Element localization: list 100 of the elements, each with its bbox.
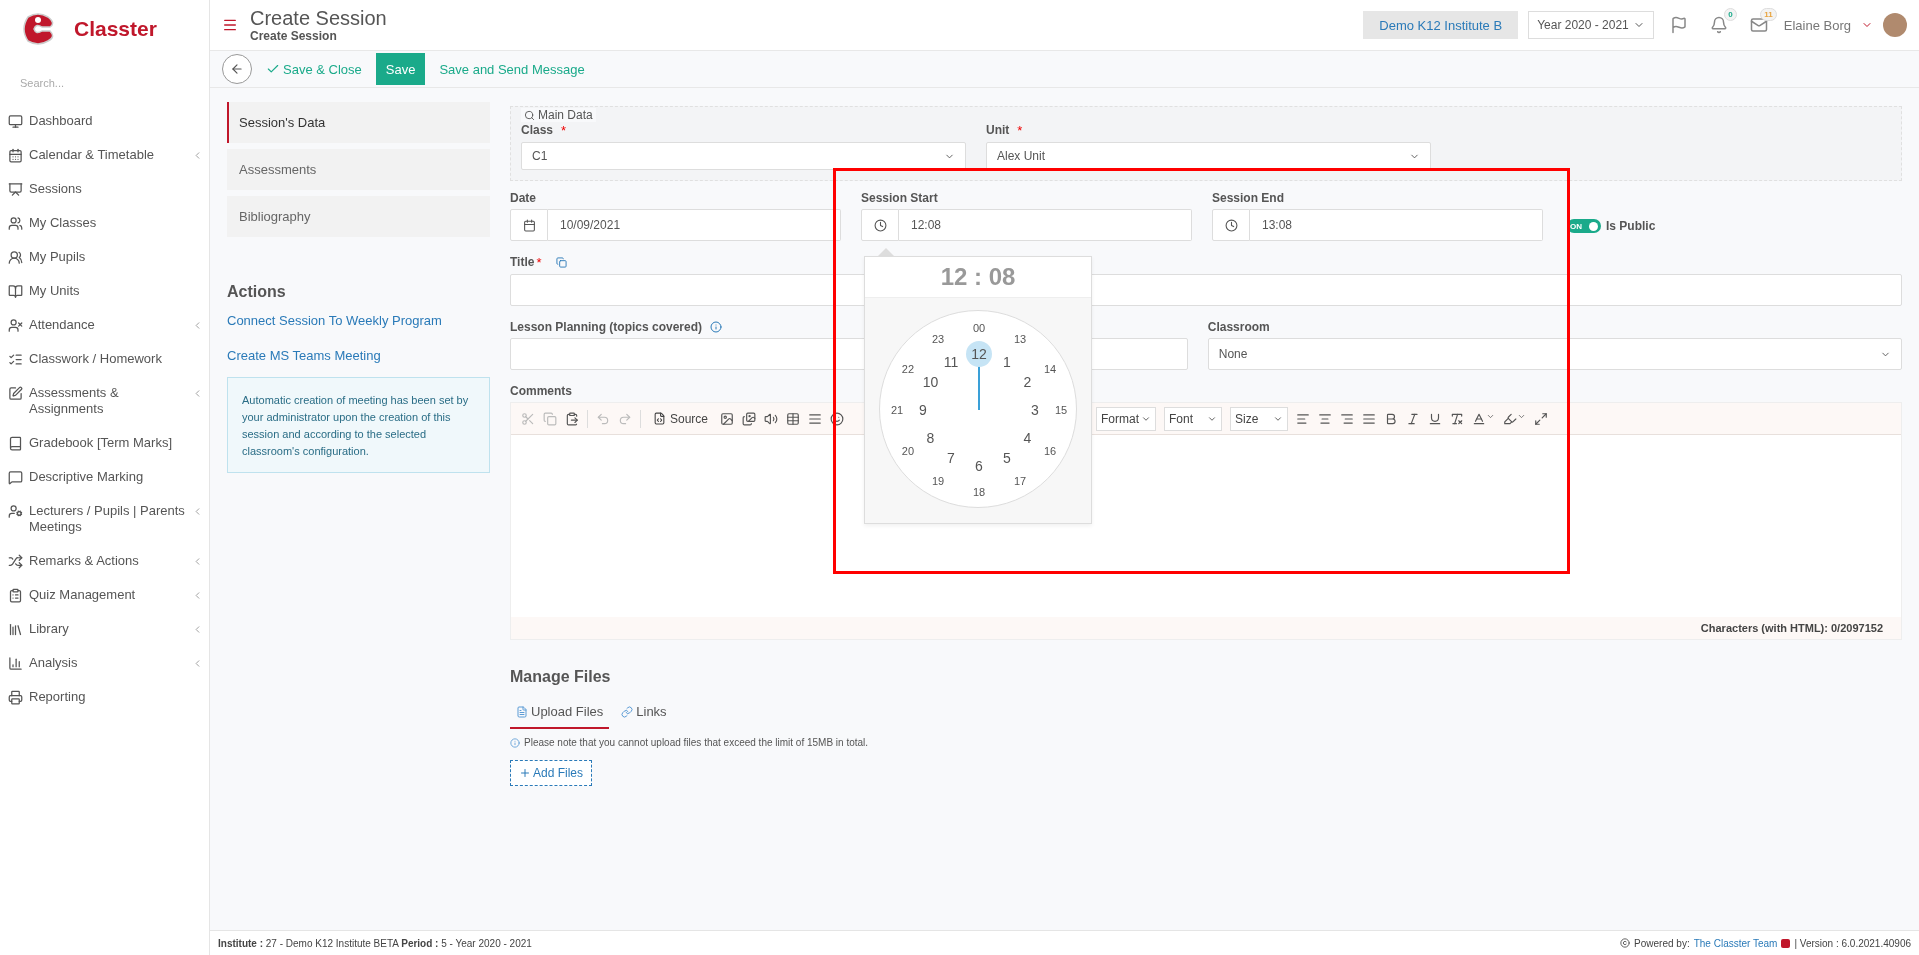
copy-icon[interactable] bbox=[555, 257, 567, 268]
hour-number[interactable]: 17 bbox=[1013, 475, 1027, 487]
horizontal-lines-icon[interactable] bbox=[808, 411, 823, 426]
book-icon bbox=[8, 435, 23, 451]
edit-icon bbox=[8, 385, 23, 401]
message-count: 11 bbox=[1760, 8, 1777, 21]
clipboard-list-icon bbox=[8, 587, 23, 603]
monitor-icon bbox=[8, 113, 23, 129]
footer-info: Institute : 27 - Demo K12 Institute BETA Period : 5 - Year 2020 - 2021 bbox=[218, 937, 532, 949]
images-icon[interactable] bbox=[742, 411, 757, 426]
section-tab[interactable]: Assessments bbox=[227, 149, 490, 190]
hour-number[interactable]: 3 bbox=[1022, 397, 1048, 423]
sidebar-item[interactable]: Dashboard bbox=[0, 104, 209, 138]
underline-icon[interactable] bbox=[1428, 411, 1443, 426]
hour-number[interactable]: 00 bbox=[972, 322, 986, 334]
clock-icon[interactable] bbox=[1212, 209, 1250, 241]
hour-number[interactable]: 9 bbox=[910, 397, 936, 423]
add-files-button[interactable]: Add Files bbox=[510, 760, 593, 786]
field-label: Comments bbox=[510, 384, 572, 398]
sidebar-item[interactable]: My Pupils bbox=[0, 240, 209, 274]
sidebar-item[interactable]: Assessments & Assignments bbox=[0, 376, 209, 426]
field-label: Session Start bbox=[861, 191, 938, 205]
sidebar-item[interactable]: Classwork / Homework bbox=[0, 342, 209, 376]
speaker-icon[interactable] bbox=[764, 411, 779, 426]
sidebar-item[interactable]: Gradebook [Term Marks] bbox=[0, 426, 209, 460]
hour-number[interactable]: 19 bbox=[931, 475, 945, 487]
hour-number[interactable]: 12 bbox=[966, 341, 992, 367]
editor-dropdown[interactable]: Size bbox=[1230, 406, 1289, 431]
maximize-icon[interactable] bbox=[1534, 411, 1549, 426]
sidebar-item[interactable]: Attendance bbox=[0, 308, 209, 342]
sidebar-item[interactable]: My Units bbox=[0, 274, 209, 308]
files-tab[interactable]: Links bbox=[615, 698, 673, 729]
info-icon[interactable] bbox=[710, 321, 723, 333]
align-left-icon[interactable] bbox=[1296, 411, 1311, 426]
sidebar-item[interactable]: Descriptive Marking bbox=[0, 460, 209, 494]
input-field[interactable]: 12:08 bbox=[899, 209, 1192, 241]
sidebar-item[interactable]: Sessions bbox=[0, 172, 209, 206]
sidebar-item[interactable]: Reporting bbox=[0, 680, 209, 714]
smiley-icon[interactable] bbox=[830, 411, 845, 426]
section-tab[interactable]: Session's Data bbox=[227, 102, 490, 143]
hour-number[interactable]: 22 bbox=[901, 363, 915, 375]
copyright-icon bbox=[1620, 938, 1631, 948]
sidebar-item[interactable]: Analysis bbox=[0, 646, 209, 680]
page-title: Create Session bbox=[250, 7, 387, 29]
select-field[interactable]: C1 bbox=[521, 142, 966, 170]
avatar[interactable] bbox=[1883, 13, 1907, 37]
hour-number[interactable]: 6 bbox=[966, 453, 992, 479]
hour-number[interactable]: 18 bbox=[972, 486, 986, 498]
year-dropdown[interactable]: Year 2020 - 2021 bbox=[1528, 11, 1654, 39]
justify-icon[interactable] bbox=[1362, 411, 1377, 426]
hour-number[interactable]: 16 bbox=[1043, 445, 1057, 457]
editor-dropdown[interactable]: Font bbox=[1164, 406, 1223, 431]
classroom-select[interactable]: None bbox=[1207, 338, 1902, 370]
table-icon[interactable] bbox=[786, 411, 801, 426]
sidebar-item[interactable]: Remarks & Actions bbox=[0, 544, 209, 578]
library-icon bbox=[8, 621, 23, 637]
align-right-icon[interactable] bbox=[1340, 411, 1355, 426]
source-button[interactable]: Source bbox=[649, 411, 713, 426]
sidebar-item[interactable]: Library bbox=[0, 612, 209, 646]
team-link[interactable]: The Classter Team bbox=[1693, 937, 1778, 949]
hour-number[interactable]: 13 bbox=[1013, 333, 1027, 345]
back-button[interactable] bbox=[222, 54, 252, 84]
sidebar-item[interactable]: Lecturers / Pupils | Parents Meetings bbox=[0, 494, 209, 544]
hour-number[interactable]: 23 bbox=[931, 333, 945, 345]
sidebar-item[interactable]: Calendar & Timetable bbox=[0, 138, 209, 172]
hour-number[interactable]: 14 bbox=[1043, 363, 1057, 375]
action-link[interactable]: Create MS Teams Meeting bbox=[227, 348, 490, 363]
select-field[interactable]: Alex Unit bbox=[986, 142, 1431, 170]
calendar-icon[interactable] bbox=[510, 209, 548, 241]
files-tab[interactable]: Upload Files bbox=[510, 698, 610, 729]
clock-icon[interactable] bbox=[861, 209, 899, 241]
mail-icon[interactable] bbox=[1749, 16, 1768, 34]
bold-icon[interactable] bbox=[1384, 411, 1399, 426]
align-center-icon[interactable] bbox=[1318, 411, 1333, 426]
hour-number[interactable]: 21 bbox=[890, 404, 904, 416]
hour-number[interactable]: 20 bbox=[901, 445, 915, 457]
character-counter: Characters (with HTML): 0/2097152 bbox=[1700, 622, 1883, 634]
hour-number[interactable]: 15 bbox=[1054, 404, 1068, 416]
image-icon[interactable] bbox=[720, 411, 735, 426]
sidebar-item[interactable]: My Classes bbox=[0, 206, 209, 240]
sidebar-item[interactable]: Quiz Management bbox=[0, 578, 209, 612]
user-name[interactable]: Elaine Borg bbox=[1783, 17, 1851, 33]
bell-icon[interactable] bbox=[1709, 16, 1728, 34]
section-title: Manage Files bbox=[510, 668, 612, 686]
section-tab[interactable]: Bibliography bbox=[227, 196, 490, 237]
flag-icon[interactable] bbox=[1669, 16, 1688, 34]
italic-icon[interactable] bbox=[1406, 411, 1421, 426]
paste-icon[interactable] bbox=[565, 411, 579, 426]
institute-button[interactable]: Demo K12 Institute B bbox=[1363, 11, 1519, 39]
menu-icon[interactable] bbox=[222, 17, 238, 33]
action-link[interactable]: Connect Session To Weekly Program bbox=[227, 313, 490, 328]
editor-dropdown[interactable]: Format bbox=[1096, 406, 1157, 431]
input-field[interactable]: 10/09/2021 bbox=[548, 209, 841, 241]
text-color-icon[interactable] bbox=[1472, 411, 1496, 426]
field-label: Session End bbox=[1212, 191, 1285, 205]
code-file-icon bbox=[653, 412, 666, 425]
background-color-icon[interactable] bbox=[1503, 411, 1527, 426]
input-field[interactable]: 13:08 bbox=[1250, 209, 1543, 241]
comment-icon bbox=[8, 469, 23, 485]
remove-format-icon[interactable] bbox=[1450, 411, 1465, 426]
